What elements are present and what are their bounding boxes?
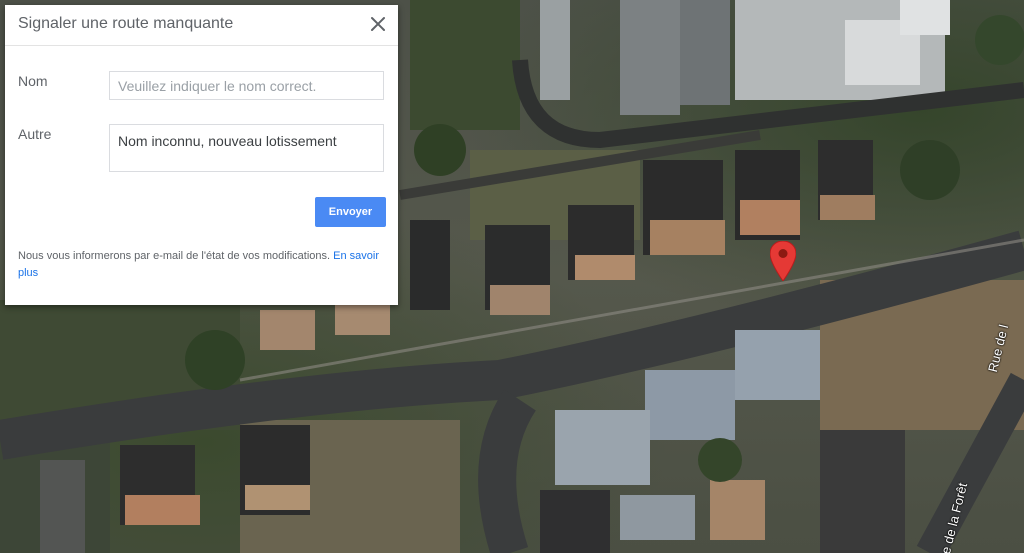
other-label: Autre — [18, 126, 52, 142]
report-missing-road-dialog: Signaler une route manquante Nom Autre N… — [5, 5, 398, 305]
name-label: Nom — [18, 73, 48, 89]
close-icon[interactable] — [368, 14, 388, 34]
notice-text: Nous vous informerons par e-mail de l'ét… — [18, 248, 383, 282]
map-pin-icon[interactable] — [770, 241, 796, 281]
dialog-header: Signaler une route manquante — [5, 5, 398, 46]
name-input[interactable] — [109, 71, 384, 100]
other-textarea[interactable]: Nom inconnu, nouveau lotissement — [109, 124, 384, 172]
dialog-title: Signaler une route manquante — [18, 15, 234, 32]
send-button[interactable]: Envoyer — [315, 197, 386, 227]
notice-message: Nous vous informerons par e-mail de l'ét… — [18, 250, 331, 262]
